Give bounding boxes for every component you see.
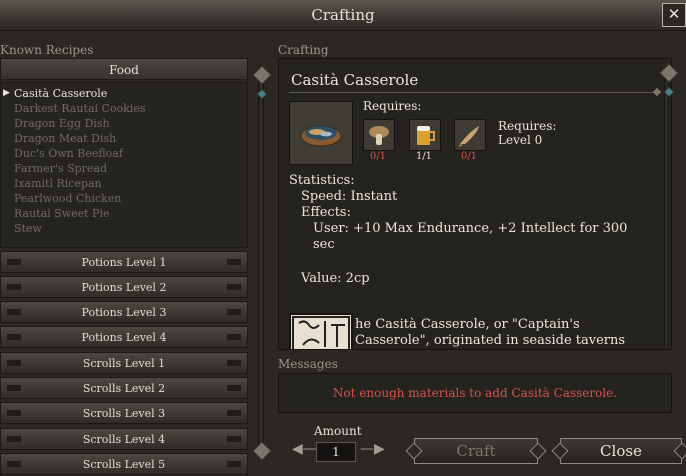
statistics-block: Statistics: Speed: Instant Effects: User… [289,173,627,253]
category-button[interactable]: Potions Level 3 [0,301,248,323]
message-text: Not enough materials to add Casità Casse… [278,373,672,413]
recipe-item[interactable]: Duc's Own Beefloaf [14,147,123,160]
category-button[interactable]: Potions Level 1 [0,251,248,273]
requires-level-block: Requires: Level 0 [498,119,556,147]
amount-label: Amount [314,424,362,438]
category-button[interactable]: Potions Level 2 [0,276,248,298]
ingredient-count: 0/1 [460,151,478,162]
category-button[interactable]: Potions Level 4 [0,326,248,348]
recipe-item[interactable]: Darkest Rautai Cookies [14,102,146,115]
detail-scrollbar[interactable] [664,66,669,348]
category-button[interactable]: Scrolls Level 1 [0,352,248,374]
requires-side-label: Requires: [498,119,557,133]
window-title: Crafting [311,6,375,24]
recipe-scrollbar[interactable] [258,66,264,446]
recipe-item[interactable]: Dragon Egg Dish [14,117,110,130]
known-recipes-label: Known Recipes [0,43,94,57]
close-button[interactable]: Close [560,438,682,464]
recipe-item[interactable]: Dragon Meat Dish [14,132,116,145]
amount-increase-icon[interactable]: —▶ [360,441,385,457]
effects-label: Effects: [301,205,351,220]
messages-label: Messages [278,357,338,371]
statistics-label: Statistics: [289,173,355,188]
craft-button[interactable]: Craft [414,438,538,464]
title-divider [289,92,654,93]
divider-ornament-icon [652,87,662,97]
scroll-down-ornament-icon[interactable] [252,441,272,461]
recipe-item[interactable]: Stew [14,222,42,235]
recipe-item[interactable]: Rautai Sweet Pie [14,207,110,220]
required-level: Level 0 [498,133,543,147]
value-stat: Value: 2cp [301,271,370,286]
ale-mug-icon[interactable] [409,119,441,151]
ingredient-count: 1/1 [415,151,433,162]
casserole-dish-icon [289,101,353,165]
effect-text: User: +10 Max Endurance, +2 Intellect fo… [313,221,628,236]
recipe-item[interactable]: Pearlwood Chicken [14,192,121,205]
recipe-item[interactable]: Ixamitl Ricepan [14,177,102,190]
ingredient-count: 0/1 [369,151,387,162]
mushroom-icon[interactable] [363,119,395,151]
window-close-button[interactable]: ✕ [662,3,686,27]
requires-label: Requires: [363,99,422,113]
lore-text: he Casità Casserole, or "Captain's Casse… [355,317,626,348]
illuminated-letter-icon [289,313,353,349]
category-button[interactable]: Scrolls Level 4 [0,428,248,450]
effect-text-cont: sec [313,237,335,252]
category-button[interactable]: Scrolls Level 5 [0,453,248,475]
category-button[interactable]: Scrolls Level 2 [0,377,248,399]
speed-stat: Speed: Instant [301,189,398,204]
amount-input[interactable]: 1 [316,442,356,462]
amount-decrease-icon[interactable]: ◀— [292,441,317,457]
scroll-up-ornament-icon[interactable] [252,65,272,85]
selected-marker-icon: ▶ [3,88,10,98]
recipe-title: Casità Casserole [291,71,419,89]
recipe-item[interactable]: Farmer's Spread [14,162,107,175]
fish-icon[interactable] [454,119,486,151]
recipe-item[interactable]: Casità Casserole [14,87,107,100]
window-titlebar: Crafting [0,0,686,31]
crafting-section-label: Crafting [278,43,329,57]
category-button[interactable]: Scrolls Level 3 [0,402,248,424]
recipe-detail-panel: Casità Casserole Requires: 0/1 1/1 0/1 R… [278,58,672,350]
category-food-header[interactable]: Food [0,58,248,80]
